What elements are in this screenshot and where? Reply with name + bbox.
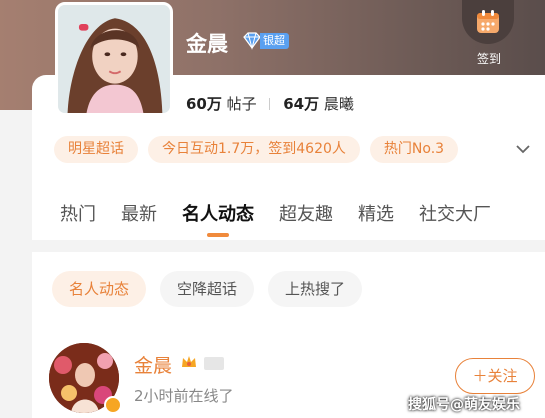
posts-label: 帖子 — [226, 95, 257, 113]
checkin-label: 签到 — [476, 52, 501, 66]
chevron-down-icon[interactable] — [514, 140, 532, 158]
post-author-name[interactable]: 金晨 — [134, 351, 172, 378]
watermark: 搜狐号@萌友娱乐 — [408, 397, 520, 413]
post-time: 2小时前在线了 — [134, 387, 234, 405]
tab-latest[interactable]: 最新 — [121, 200, 157, 226]
verified-badge-icon — [104, 396, 122, 414]
checkin-button[interactable]: 签到 — [462, 0, 516, 67]
stats-row: 60万 帖子 64万 晨曦 — [186, 93, 354, 114]
tag-category[interactable]: 明星超话 — [54, 136, 138, 163]
crown-icon — [182, 356, 196, 367]
tab-hot[interactable]: 热门 — [60, 200, 96, 226]
follow-button[interactable]: ＋关注 — [455, 358, 535, 394]
fans-label: 晨曦 — [323, 95, 354, 113]
tag-activity[interactable]: 今日互动1.7万，签到4620人 — [148, 136, 360, 163]
level-tag — [204, 357, 224, 370]
tab-celebrity-updates[interactable]: 名人动态 — [182, 200, 254, 226]
filter-celebrity-updates[interactable]: 名人动态 — [52, 271, 147, 307]
portrait-image — [58, 5, 170, 113]
tab-bar: 热门 最新 名人动态 超友趣 精选 社交大厂 — [60, 200, 516, 226]
page-title: 金晨 — [186, 32, 228, 56]
level-badge[interactable]: 银超 — [241, 31, 289, 50]
checkin-circle — [462, 0, 514, 44]
filter-trending[interactable]: 上热搜了 — [268, 271, 363, 307]
tab-fun[interactable]: 超友趣 — [279, 200, 333, 226]
posts-count: 60万 — [186, 95, 222, 113]
supertopic-avatar[interactable] — [55, 2, 173, 116]
filter-airdrop[interactable]: 空降超话 — [160, 271, 255, 307]
tag-row: 明星超话 今日互动1.7万，签到4620人 热门No.3 — [54, 136, 459, 163]
badge-label: 银超 — [260, 32, 289, 49]
divider — [269, 98, 271, 110]
tag-rank[interactable]: 热门No.3 — [369, 136, 459, 163]
calendar-icon — [477, 10, 499, 33]
tab-featured[interactable]: 精选 — [358, 200, 394, 226]
tab-social[interactable]: 社交大厂 — [419, 200, 491, 226]
filter-row: 名人动态 空降超话 上热搜了 — [52, 271, 363, 307]
fans-count: 64万 — [283, 95, 320, 113]
